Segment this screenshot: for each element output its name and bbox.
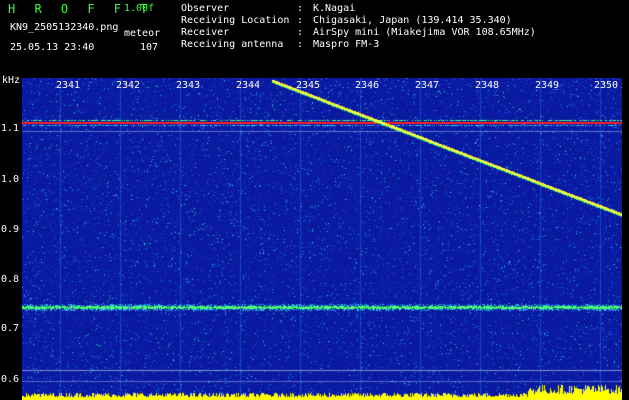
info-key: Receiving antenna	[181, 39, 284, 50]
x-tick-label: 2342	[116, 80, 141, 91]
x-tick-label: 2348	[475, 80, 500, 91]
meteor-label: meteor	[124, 28, 161, 39]
spectrogram	[22, 78, 622, 400]
x-tick-label: 2347	[415, 80, 440, 91]
right-margin	[622, 78, 629, 400]
x-tick-label: 2341	[56, 80, 81, 91]
y-tick-label: 1.1	[1, 123, 20, 134]
info-key: Receiving Location	[181, 15, 290, 26]
info-value: Chigasaki, Japan (139.414 35.340)	[313, 15, 512, 26]
datetime-label: 25.05.13 23:40	[10, 42, 95, 53]
info-separator: :	[297, 3, 304, 14]
x-tick-label: 2350	[594, 80, 619, 91]
x-tick-label: 2345	[296, 80, 321, 91]
info-value: AirSpy mini (Miakejima VOR 108.65MHz)	[313, 27, 536, 38]
spectrogram-canvas	[22, 78, 622, 400]
filename-label: KN9_2505132340.png	[10, 22, 119, 33]
y-tick-label: 0.8	[1, 274, 20, 285]
info-separator: :	[297, 15, 304, 26]
y-tick-label: 0.6	[1, 374, 20, 385]
info-separator: :	[297, 27, 304, 38]
version-label: 1.00f	[124, 3, 155, 14]
info-value: K.Nagai	[313, 3, 356, 14]
frequency-unit-label: kHz	[2, 75, 21, 86]
info-row-antenna: Receiving antenna: Maspro FM-3	[181, 39, 536, 51]
info-row-location: Receiving Location: Chigasaki, Japan (139…	[181, 15, 536, 27]
info-row-receiver: Receiver: AirSpy mini (Miakejima VOR 108.…	[181, 27, 536, 39]
x-tick-label: 2346	[355, 80, 380, 91]
info-row-observer: Observer: K.Nagai	[181, 3, 536, 15]
info-separator: :	[297, 39, 304, 50]
meteor-count: 107	[140, 42, 159, 53]
y-tick-label: 0.7	[1, 323, 20, 334]
info-key: Observer	[181, 3, 230, 14]
info-value: Maspro FM-3	[313, 39, 380, 50]
y-tick-label: 0.9	[1, 224, 20, 235]
x-tick-label: 2344	[236, 80, 261, 91]
station-info: Observer: K.Nagai Receiving Location: Chig…	[181, 3, 536, 51]
y-tick-label: 1.0	[1, 174, 20, 185]
header-panel: H R O F F T 1.00f KN9_2505132340.png met…	[0, 0, 629, 78]
x-tick-label: 2343	[176, 80, 201, 91]
info-key: Receiver	[181, 27, 230, 38]
x-tick-label: 2349	[535, 80, 560, 91]
